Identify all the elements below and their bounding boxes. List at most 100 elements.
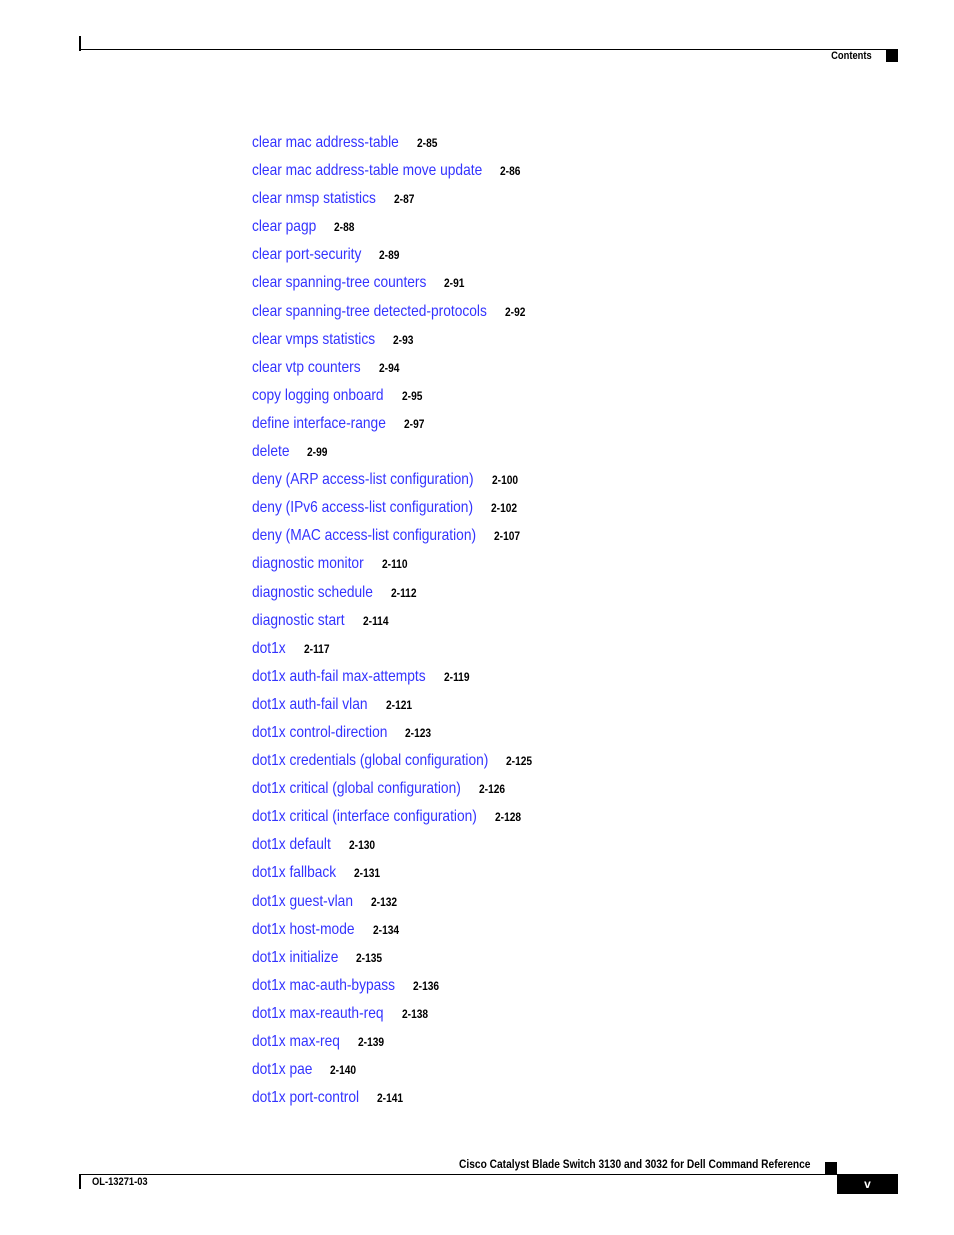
- toc-entry-link[interactable]: clear mac address-table: [252, 134, 399, 152]
- toc-entry-page: 2-99: [307, 445, 328, 460]
- toc-entry-page: 2-141: [377, 1091, 404, 1106]
- toc-entry-page: 2-97: [403, 416, 425, 431]
- toc-entry-link[interactable]: diagnostic start: [252, 612, 345, 630]
- toc-entry-link[interactable]: clear port-security: [252, 246, 361, 264]
- toc-entry-link[interactable]: dot1x pae: [252, 1061, 312, 1079]
- toc-entry-page: 2-88: [334, 220, 355, 235]
- toc-entry: clear mac address-table 2-85: [252, 134, 558, 162]
- toc-entry-page: 2-100: [491, 473, 518, 488]
- toc-entry-link[interactable]: deny (MAC access-list configuration): [252, 527, 476, 545]
- toc-entry-link[interactable]: diagnostic schedule: [252, 584, 373, 602]
- toc-entry-page: 2-92: [504, 304, 526, 319]
- toc-entry: dot1x initialize 2-135: [252, 949, 558, 977]
- toc-entry: clear nmsp statistics 2-87: [252, 190, 558, 218]
- toc-entry: copy logging onboard 2-95: [252, 387, 558, 415]
- toc-entry: diagnostic monitor 2-110: [252, 555, 558, 583]
- toc-entry-page: 2-91: [444, 276, 465, 291]
- toc-entry-page: 2-132: [370, 894, 398, 909]
- toc-entry-page: 2-125: [506, 754, 533, 769]
- toc-entry: deny (IPv6 access-list configuration) 2-1…: [252, 499, 558, 527]
- footer-rule: [79, 1174, 898, 1175]
- toc-entry-page: 2-86: [500, 164, 521, 179]
- toc-entry-link[interactable]: clear vmps statistics: [252, 331, 375, 349]
- toc-entry-page: 2-136: [413, 978, 440, 993]
- footer-page-number: v: [837, 1174, 898, 1194]
- toc-entry: clear vmps statistics 2-93: [252, 331, 558, 359]
- toc-entry-link[interactable]: deny (ARP access-list configuration): [252, 471, 474, 489]
- toc-entry-page: 2-119: [443, 669, 470, 684]
- toc-entry: dot1x host-mode 2-134: [252, 921, 558, 949]
- toc-entry-page: 2-102: [491, 501, 518, 516]
- toc-entry-page: 2-87: [393, 192, 415, 207]
- toc-entry-page: 2-121: [385, 697, 412, 712]
- toc-entry: dot1x credentials (global configuration)…: [252, 752, 558, 780]
- toc-entry-link[interactable]: dot1x auth-fail vlan: [252, 696, 368, 714]
- toc-entry-link[interactable]: define interface-range: [252, 415, 386, 433]
- toc-entry-page: 2-112: [390, 585, 417, 600]
- toc-entry-link[interactable]: dot1x: [252, 640, 286, 658]
- toc-entry: diagnostic schedule 2-112: [252, 584, 558, 612]
- toc-entry: diagnostic start 2-114: [252, 612, 558, 640]
- toc-entry-link[interactable]: delete: [252, 443, 290, 461]
- toc-entry-link[interactable]: dot1x max-req: [252, 1033, 340, 1051]
- toc-entry: dot1x port-control 2-141: [252, 1089, 558, 1117]
- toc-entry-page: 2-123: [405, 725, 432, 740]
- toc-entry-link[interactable]: dot1x control-direction: [252, 724, 387, 742]
- toc-entry-page: 2-140: [330, 1063, 357, 1078]
- toc-entry-link[interactable]: dot1x default: [252, 836, 331, 854]
- toc-entry-page: 2-85: [416, 136, 438, 150]
- toc-entry-link[interactable]: clear spanning-tree detected-protocols: [252, 303, 487, 321]
- toc-entry-link[interactable]: dot1x credentials (global configuration): [252, 752, 489, 770]
- footer-rule-vertical: [79, 1174, 81, 1189]
- toc-entry: dot1x pae 2-140: [252, 1061, 558, 1089]
- toc-entry: dot1x max-reauth-req 2-138: [252, 1005, 558, 1033]
- toc-entry-link[interactable]: dot1x critical (interface configuration): [252, 808, 477, 826]
- toc-entry-link[interactable]: dot1x auth-fail max-attempts: [252, 668, 426, 686]
- toc-entry-page: 2-134: [372, 922, 399, 937]
- toc-entry-link[interactable]: clear nmsp statistics: [252, 190, 376, 208]
- toc-entry-link[interactable]: clear spanning-tree counters: [252, 274, 427, 292]
- footer-book-title: Cisco Catalyst Blade Switch 3130 and 303…: [458, 1157, 810, 1171]
- table-of-contents: clear mac address-table 2-85 clear mac add…: [252, 134, 558, 1117]
- toc-entry-link[interactable]: dot1x fallback: [252, 864, 336, 882]
- header-rule: [79, 49, 898, 50]
- toc-entry: dot1x guest-vlan 2-132: [252, 893, 558, 921]
- toc-entry-link[interactable]: clear vtp counters: [252, 359, 361, 377]
- toc-entry-link[interactable]: dot1x guest-vlan: [252, 893, 353, 911]
- toc-entry-page: 2-94: [378, 360, 400, 375]
- toc-entry-page: 2-126: [478, 782, 505, 797]
- toc-entry-page: 2-135: [356, 950, 383, 965]
- toc-entry: clear spanning-tree detected-protocols 2-…: [252, 303, 558, 331]
- toc-entry-link[interactable]: dot1x max-reauth-req: [252, 1005, 384, 1023]
- toc-entry-page: 2-114: [362, 613, 389, 628]
- toc-entry: dot1x default 2-130: [252, 836, 558, 864]
- toc-entry-link[interactable]: clear pagp: [252, 218, 317, 236]
- toc-entry-page: 2-93: [393, 332, 414, 347]
- toc-entry-page: 2-130: [348, 838, 375, 853]
- toc-entry-link[interactable]: dot1x critical (global configuration): [252, 780, 461, 798]
- toc-entry-link[interactable]: dot1x port-control: [252, 1089, 360, 1107]
- toc-entry-page: 2-139: [357, 1035, 385, 1049]
- toc-entry-link[interactable]: dot1x host-mode: [252, 921, 355, 939]
- header-section-title: Contents: [831, 50, 872, 62]
- footer-marker-block: [825, 1162, 837, 1174]
- toc-entry-page: 2-95: [401, 388, 423, 403]
- toc-entry: dot1x fallback 2-131: [252, 864, 558, 892]
- toc-entry-link[interactable]: dot1x mac-auth-bypass: [252, 977, 395, 995]
- toc-entry-link[interactable]: clear mac address-table move update: [252, 162, 482, 180]
- toc-entry-page: 2-107: [494, 529, 521, 544]
- toc-entry-link[interactable]: copy logging onboard: [252, 387, 384, 405]
- toc-entry: clear spanning-tree counters 2-91: [252, 274, 558, 302]
- toc-entry: clear mac address-table move update 2-86: [252, 162, 558, 190]
- toc-entry: define interface-range 2-97: [252, 415, 558, 443]
- toc-entry-link[interactable]: deny (IPv6 access-list configuration): [252, 499, 473, 517]
- toc-entry: deny (ARP access-list configuration) 2-10…: [252, 471, 558, 499]
- toc-entry-link[interactable]: dot1x initialize: [252, 949, 339, 967]
- toc-entry: clear pagp 2-88: [252, 218, 558, 246]
- toc-entry: dot1x auth-fail vlan 2-121: [252, 696, 558, 724]
- toc-entry-link[interactable]: diagnostic monitor: [252, 555, 364, 573]
- toc-entry-page: 2-110: [381, 557, 408, 572]
- toc-entry: dot1x 2-117: [252, 640, 558, 668]
- header-marker-block: [886, 50, 898, 62]
- toc-entry: dot1x auth-fail max-attempts 2-119: [252, 668, 558, 696]
